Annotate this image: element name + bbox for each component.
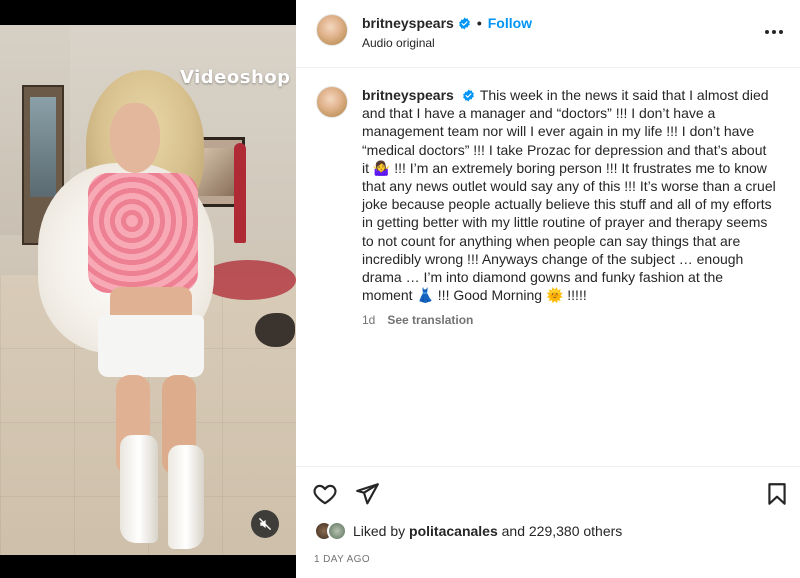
follow-button[interactable]: Follow	[488, 15, 532, 31]
likes-prefix: Liked by	[353, 523, 406, 539]
verified-badge-icon	[462, 89, 474, 102]
caption-text: This week in the news it said that I alm…	[362, 87, 776, 304]
action-bar	[296, 466, 800, 514]
more-options-button[interactable]	[762, 22, 786, 42]
more-options-icon	[765, 30, 783, 34]
avatar[interactable]	[316, 14, 348, 46]
separator-dot: •	[476, 15, 482, 31]
post-media[interactable]: Videoshop	[0, 0, 296, 578]
heart-icon[interactable]	[312, 481, 338, 507]
post-header: britneyspears • Follow Audio original	[296, 0, 800, 68]
mute-button[interactable]	[251, 510, 279, 538]
muted-speaker-icon	[259, 518, 271, 530]
verified-badge-icon	[458, 17, 470, 29]
header-username[interactable]: britneyspears	[362, 15, 454, 31]
send-icon[interactable]	[354, 481, 380, 507]
bookmark-icon[interactable]	[764, 481, 790, 507]
post-timestamp: 1 DAY AGO	[314, 554, 371, 565]
likes-summary[interactable]: Liked by politacanales and 229,380 other…	[314, 521, 622, 541]
caption-avatar[interactable]	[316, 86, 348, 118]
post-age[interactable]: 1d	[362, 313, 375, 327]
video-watermark: Videoshop	[180, 67, 291, 88]
post-details-panel: britneyspears • Follow Audio original br…	[296, 0, 800, 578]
likes-user[interactable]: politacanales	[409, 523, 498, 539]
caption-username[interactable]: britneyspears	[362, 87, 454, 103]
liker-avatar	[327, 521, 347, 541]
video-frame[interactable]: Videoshop	[0, 25, 296, 555]
post-caption: britneyspears This week in the news it s…	[362, 86, 776, 304]
audio-label[interactable]: Audio original	[362, 36, 435, 50]
see-translation-button[interactable]: See translation	[387, 313, 473, 327]
caption-meta: 1d See translation	[362, 313, 473, 327]
dog-image	[255, 313, 295, 347]
likes-count[interactable]: and 229,380 others	[502, 523, 623, 539]
